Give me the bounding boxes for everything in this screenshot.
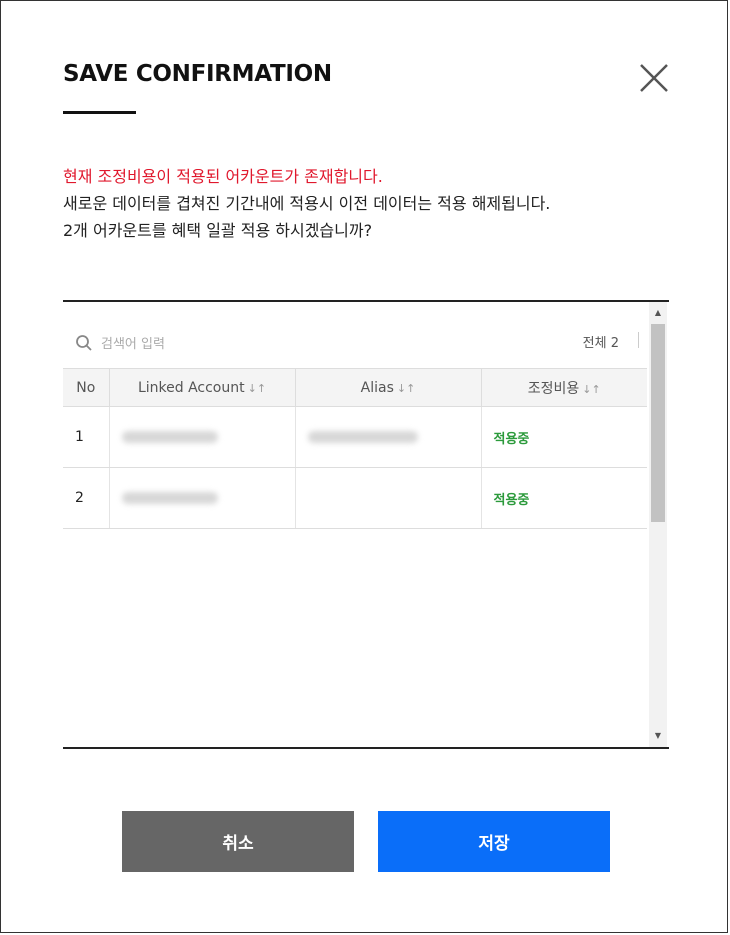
save-confirmation-dialog: SAVE CONFIRMATION 현재 조정비용이 적용된 어카운트가 존재합… [0,0,728,933]
sort-icon[interactable]: ↓↑ [582,383,600,396]
row-number: 1 [63,406,110,468]
redacted-value [307,431,418,443]
alias-cell [295,467,482,529]
account-table-panel: 전체 2 No Linked Account↓↑ Alias↓↑ 조정비용↓↑ … [63,300,669,749]
search-row: 전체 2 [63,324,647,364]
column-header-linked-account[interactable]: Linked Account ↓↑ [109,368,296,407]
sort-icon[interactable]: ↓↑ [397,382,415,395]
linked-account-table: No Linked Account ↓↑ Alias ↓↑ 조정비용 ↓↑ 1 적용중… [63,368,647,529]
status-badge: 적용중 [493,492,530,508]
search-input[interactable] [99,330,483,358]
column-header-adjustment-cost[interactable]: 조정비용 ↓↑ [481,368,647,407]
total-count: 전체 2 [582,336,619,351]
scroll-down-arrow-icon[interactable]: ▼ [649,729,667,743]
linked-account-cell [109,467,296,529]
message-line: 2개 어카운트를 혜택 일괄 적용 하시겠습니까? [63,221,373,240]
scroll-up-arrow-icon[interactable]: ▲ [649,306,667,320]
message-line: 새로운 데이터를 겹쳐진 기간내에 적용시 이전 데이터는 적용 해제됩니다. [63,194,551,213]
redacted-value [121,431,218,443]
dialog-title: SAVE CONFIRMATION [63,61,332,87]
table-row[interactable]: 2 적용중 [63,467,647,529]
column-header-no: No [63,368,110,407]
sort-icon[interactable]: ↓↑ [248,382,266,395]
vertical-scrollbar[interactable]: ▲ ▼ [649,302,667,747]
cancel-button[interactable]: 취소 [122,811,354,872]
redacted-value [121,492,218,504]
status-cell: 적용중 [481,406,647,468]
warning-message: 현재 조정비용이 적용된 어카운트가 존재합니다. [63,167,383,186]
close-icon[interactable] [637,61,671,95]
alias-cell [295,406,482,468]
row-number: 2 [63,467,110,529]
table-row[interactable]: 1 적용중 [63,406,647,468]
divider [638,332,639,348]
table-header-row: No Linked Account ↓↑ Alias ↓↑ 조정비용 ↓↑ [63,368,647,407]
search-icon [75,334,93,352]
status-badge: 적용중 [493,431,530,447]
dialog-messages: 현재 조정비용이 적용된 어카운트가 존재합니다. 새로운 데이터를 겹쳐진 기… [63,163,550,244]
column-header-alias[interactable]: Alias ↓↑ [295,368,482,407]
title-underline [63,111,136,114]
scrollbar-thumb[interactable] [651,324,665,522]
save-button[interactable]: 저장 [378,811,610,872]
linked-account-cell [109,406,296,468]
status-cell: 적용중 [481,467,647,529]
